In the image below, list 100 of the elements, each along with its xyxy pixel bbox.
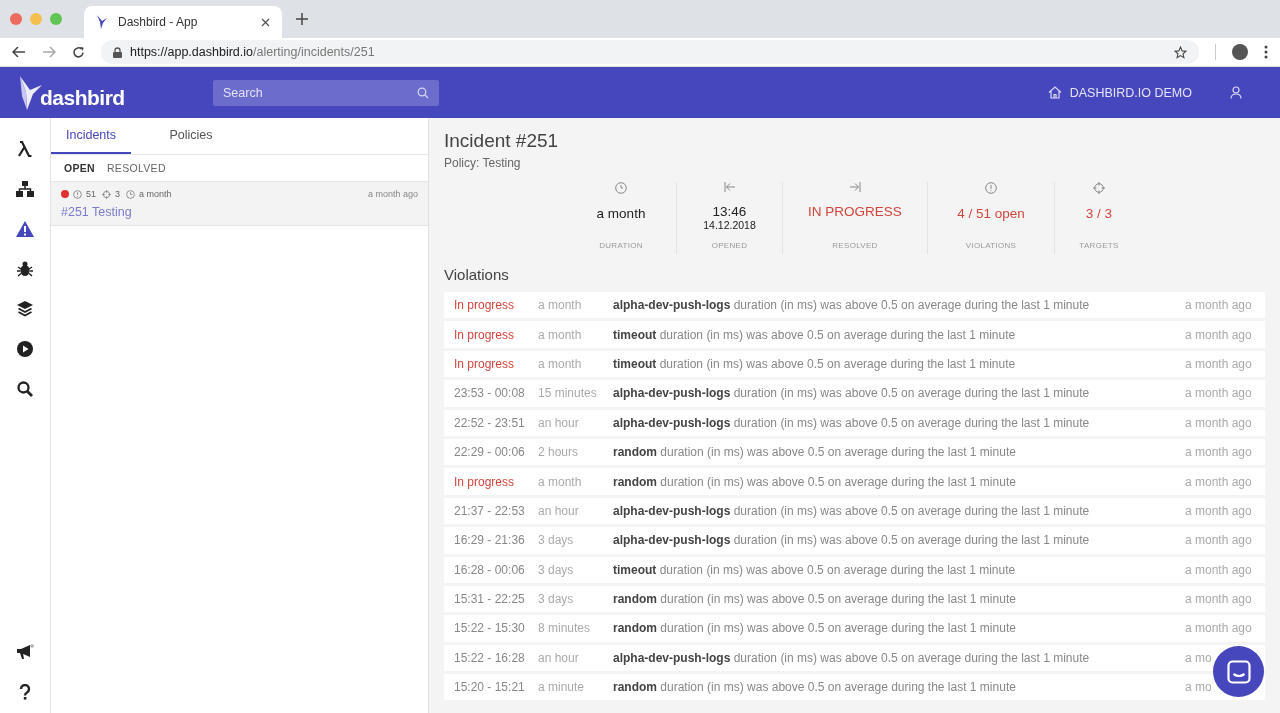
stat-value: 3 / 3 [1085,206,1113,221]
violation-row[interactable]: 22:29 - 00:06 2 hours random duration (in ms) was above 0.5 on average during the last 1 minute a month ago [444,438,1265,466]
panel-tab[interactable]: Incidents [51,118,131,154]
section-heading: Violations [444,266,510,283]
back-icon[interactable] [12,46,26,58]
violation-period: 22:52 - 23:51 [454,415,526,430]
violation-duration: a minute [538,680,586,695]
filter-tab[interactable]: OPEN [60,162,99,174]
user-icon[interactable] [1230,86,1242,99]
violation-row[interactable]: 16:28 - 00:06 3 days timeout duration (in ms) was above 0.5 on average during the last 1 minute a month ago [444,556,1265,583]
incident-time: a month ago [367,189,418,199]
violation-time: a month ago [1185,356,1253,371]
stat-label: TARGETS [1079,241,1119,250]
violation-time: a mo [1185,650,1213,665]
star-icon[interactable] [1174,45,1187,59]
violation-time: a month ago [1185,298,1253,313]
stat-value: a month [596,206,646,221]
violation-time: a month ago [1185,445,1253,460]
violation-period: 16:28 - 00:06 [454,562,526,577]
violation-row[interactable]: In progress a month random duration (in ms) was above 0.5 on average during the last 1 minute a month ago [444,468,1265,495]
policy-label: Policy: Testing [444,156,522,170]
incident-item[interactable]: 51 3 a month a month ago #251 Testing [51,182,428,226]
search-field[interactable]: Search [213,79,439,106]
violation-time: a month ago [1185,474,1253,489]
violation-message: random duration (in ms) was above 0.5 on average during the last 1 minute [613,592,1017,607]
incident-duration: a month [139,189,172,199]
bird-icon [96,15,108,29]
violation-row[interactable]: 15:22 - 16:28 an hour alpha-dev-push-logs duration (in ms) was above 0.5 on average during the last 1 minute a mo [444,644,1265,672]
violation-message: random duration (in ms) was above 0.5 on average during the last 1 minute [613,621,1017,636]
violation-message: alpha-dev-push-logs duration (in ms) was above 0.5 on average during the last 1 minute [613,415,1091,430]
violation-period: 15:20 - 15:21 [454,680,526,695]
lambda-icon[interactable] [17,140,33,158]
violation-duration: 15 minutes [538,386,598,401]
violation-time: a month ago [1185,415,1253,430]
filter-tab[interactable]: RESOLVED [102,162,170,174]
chat-icon [1226,659,1251,684]
address-field[interactable]: https://app.dashbird.io/alerting/incidents/251 [101,40,1199,64]
stat-label: DURATION [599,241,643,250]
logo-text[interactable]: dashbird [40,85,125,110]
arrow-left-bar-icon [723,182,736,192]
violation-message: timeout duration (in ms) was above 0.5 on average during the last 1 minute [613,562,1017,577]
violation-message: timeout duration (in ms) was above 0.5 on average during the last 1 minute [613,356,1017,371]
violation-duration: an hour [538,650,580,665]
clock-icon [126,189,136,199]
reload-icon[interactable] [72,45,85,59]
crosshair-icon [102,189,111,199]
violation-duration: an hour [538,415,580,430]
clock-icon [615,182,627,194]
search-icon[interactable] [17,380,33,398]
megaphone-icon[interactable] [16,643,34,661]
violation-row[interactable]: 15:22 - 15:30 8 minutes random duration (in ms) was above 0.5 on average during the last 1 minute a month ago [444,615,1265,642]
alert-circle-icon [985,182,997,194]
violation-message: timeout duration (in ms) was above 0.5 on average during the last 1 minute [613,327,1017,342]
alert-circle-icon [73,189,82,199]
violation-message: alpha-dev-push-logs duration (in ms) was above 0.5 on average during the last 1 minute [613,503,1091,518]
violation-period: 21:37 - 22:53 [454,503,526,518]
violation-period: In progress [454,327,516,342]
help-icon[interactable] [19,683,31,701]
violation-row[interactable]: 21:37 - 22:53 an hour alpha-dev-push-logs duration (in ms) was above 0.5 on average during the last 1 minute a month ago [444,497,1265,525]
violation-period: 15:22 - 15:30 [454,621,526,636]
stat-value: IN PROGRESS [808,204,902,219]
violation-row[interactable]: 15:31 - 22:25 3 days random duration (in ms) was above 0.5 on average during the last 1 minute a month ago [444,585,1265,613]
panel-tab[interactable]: Policies [151,118,231,154]
violation-row[interactable]: In progress a month timeout duration (in ms) was above 0.5 on average during the last 1 minute a month ago [444,350,1265,378]
violation-duration: 3 days [538,533,575,548]
violation-message: alpha-dev-push-logs duration (in ms) was above 0.5 on average during the last 1 minute [613,386,1091,401]
bug-icon[interactable] [17,260,33,278]
target-count: 3 [115,189,121,199]
stat-date: 14.12.2018 [703,219,756,231]
violation-message: alpha-dev-push-logs duration (in ms) was above 0.5 on average during the last 1 minute [613,298,1091,313]
violation-row[interactable]: 23:53 - 00:08 15 minutes alpha-dev-push-logs duration (in ms) was above 0.5 on average during the last 1 minute a month ago [444,380,1265,407]
stat-label: OPENED [711,241,748,250]
violation-message: random duration (in ms) was above 0.5 on average during the last 1 minute [613,474,1017,489]
violation-row[interactable]: In progress a month alpha-dev-push-logs duration (in ms) was above 0.5 on average during the last 1 minute a month ago [444,292,1265,319]
stat-label: RESOLVED [832,241,878,250]
profile-avatar[interactable] [1232,44,1248,60]
violation-time: a mo [1185,680,1213,695]
new-tab-icon[interactable] [296,13,308,25]
stat-value: 4 / 51 open [957,206,1025,221]
violation-duration: 2 hours [538,445,580,460]
close-icon[interactable] [261,17,270,27]
violation-duration: a month [538,356,583,371]
more-icon[interactable] [1264,45,1268,59]
violation-row[interactable]: 15:20 - 15:21 a minute random duration (in ms) was above 0.5 on average during the last 1 minute a mo [444,674,1265,701]
violation-duration: an hour [538,503,580,518]
violation-period: 15:22 - 16:28 [454,650,526,665]
incident-heading: Incident #251 [444,130,560,152]
violation-row[interactable]: 16:29 - 21:36 3 days alpha-dev-push-logs duration (in ms) was above 0.5 on average during the last 1 minute a month ago [444,527,1265,554]
browser-tab[interactable]: Dashbird - App [84,6,282,38]
violation-time: a month ago [1185,621,1253,636]
account-link[interactable]: DASHBIRD.IO DEMO [1069,85,1192,100]
sitemap-icon[interactable] [16,180,34,198]
violation-row[interactable]: 22:52 - 23:51 an hour alpha-dev-push-logs duration (in ms) was above 0.5 on average during the last 1 minute a month ago [444,409,1265,436]
play-icon[interactable] [17,340,33,358]
arrow-right-bar-icon [849,182,861,192]
layers-icon[interactable] [17,300,33,318]
violation-time: a month ago [1185,503,1253,518]
warning-icon[interactable] [16,220,34,238]
violation-row[interactable]: In progress a month timeout duration (in ms) was above 0.5 on average during the last 1 minute a month ago [444,321,1265,348]
violation-time: a month ago [1185,327,1253,342]
